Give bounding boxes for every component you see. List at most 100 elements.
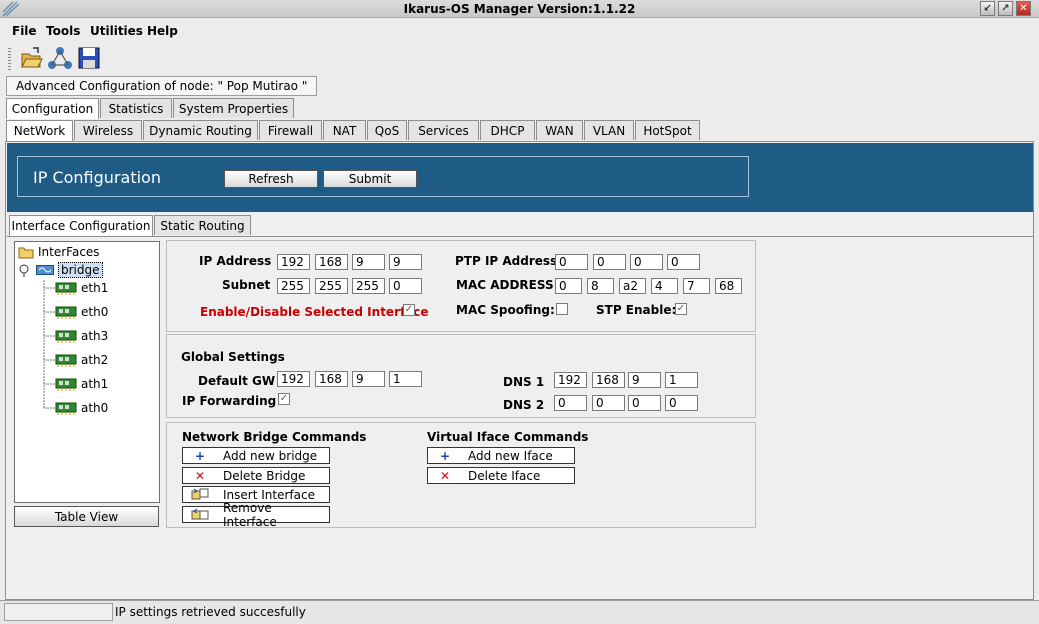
- ip-octet-2[interactable]: 168: [315, 254, 348, 270]
- maximize-button[interactable]: ↗: [998, 1, 1013, 16]
- toolbar-grip: [8, 48, 11, 70]
- tree-item-ath1[interactable]: ath1: [55, 375, 108, 393]
- save-disk-icon[interactable]: [76, 45, 102, 71]
- interface-tree[interactable]: InterFaces bridge eth1 eth0 ath3 ath2 at…: [14, 241, 160, 503]
- add-iface-button[interactable]: + Add new Iface: [427, 447, 575, 464]
- tree-item-eth0[interactable]: eth0: [55, 303, 108, 321]
- menu-file[interactable]: File: [12, 24, 37, 38]
- dns2-label: DNS 2: [503, 398, 545, 412]
- tree-expand-icon[interactable]: [18, 263, 32, 277]
- dns2-octet-4[interactable]: 0: [665, 395, 698, 411]
- bridge-commands-title: Network Bridge Commands: [182, 430, 367, 444]
- tab-dhcp[interactable]: DHCP: [480, 120, 535, 140]
- mac-byte-2[interactable]: 8: [587, 278, 614, 294]
- tab-wireless[interactable]: Wireless: [74, 120, 142, 140]
- ptp-octet-2[interactable]: 0: [593, 254, 626, 270]
- submit-button[interactable]: Submit: [323, 170, 417, 188]
- network-panel: IP Configuration Refresh Submit Interfac…: [5, 141, 1034, 600]
- gw-octet-2[interactable]: 168: [315, 371, 348, 387]
- tab-qos[interactable]: QoS: [367, 120, 407, 140]
- tree-item-ath0[interactable]: ath0: [55, 399, 108, 417]
- tab-network[interactable]: NetWork: [6, 120, 73, 141]
- mac-byte-6[interactable]: 68: [715, 278, 742, 294]
- toolbar: [0, 42, 1039, 74]
- dns1-octet-1[interactable]: 192: [554, 372, 587, 388]
- subnet-octet-1[interactable]: 255: [277, 278, 310, 294]
- tree-item-label: eth0: [81, 305, 109, 319]
- ip-forwarding-checkbox[interactable]: ✓: [278, 393, 290, 405]
- network-card-icon: [55, 306, 77, 319]
- tab-system-properties[interactable]: System Properties: [173, 98, 294, 118]
- tree-item-ath2[interactable]: ath2: [55, 351, 108, 369]
- delete-bridge-button[interactable]: ✕ Delete Bridge: [182, 467, 330, 484]
- subnet-octet-2[interactable]: 255: [315, 278, 348, 294]
- close-button[interactable]: ✕: [1016, 1, 1031, 16]
- minimize-button[interactable]: ↙: [980, 1, 995, 16]
- add-bridge-button[interactable]: + Add new bridge: [182, 447, 330, 464]
- ptp-octet-1[interactable]: 0: [555, 254, 588, 270]
- mac-byte-3[interactable]: a2: [619, 278, 646, 294]
- tab-services[interactable]: Services: [408, 120, 479, 140]
- section-tab-row: NetWork Wireless Dynamic Routing Firewal…: [6, 120, 706, 141]
- mac-byte-5[interactable]: 7: [683, 278, 710, 294]
- enable-interface-checkbox[interactable]: ✓: [403, 304, 415, 316]
- ip-octet-4[interactable]: 9: [389, 254, 422, 270]
- menu-help[interactable]: Help: [147, 24, 178, 38]
- global-settings-group: Global Settings Default GW 192 168 9 1 I…: [166, 334, 756, 418]
- dns1-octet-3[interactable]: 9: [628, 372, 661, 388]
- tab-firewall[interactable]: Firewall: [259, 120, 322, 140]
- tab-configuration[interactable]: Configuration: [6, 98, 99, 119]
- gw-octet-4[interactable]: 1: [389, 371, 422, 387]
- tab-static-routing[interactable]: Static Routing: [154, 215, 251, 235]
- mac-spoofing-label: MAC Spoofing:: [456, 303, 555, 317]
- stp-enable-checkbox[interactable]: ✓: [675, 303, 687, 315]
- subnet-octet-4[interactable]: 0: [389, 278, 422, 294]
- dns2-octet-1[interactable]: 0: [554, 395, 587, 411]
- tab-vlan[interactable]: VLAN: [584, 120, 634, 140]
- tab-dynamic-routing[interactable]: Dynamic Routing: [143, 120, 258, 140]
- tree-item-label: eth1: [81, 281, 109, 295]
- dns1-octet-2[interactable]: 168: [592, 372, 625, 388]
- open-folder-icon[interactable]: [18, 45, 44, 71]
- table-view-button[interactable]: Table View: [14, 506, 159, 527]
- refresh-button[interactable]: Refresh: [224, 170, 318, 188]
- delete-icon: ✕: [194, 468, 206, 483]
- menu-tools[interactable]: Tools: [46, 24, 80, 38]
- tree-item-eth1[interactable]: eth1: [55, 279, 108, 297]
- menu-bar: File Tools Utilities Help: [0, 20, 1039, 42]
- tree-bridge[interactable]: bridge: [18, 261, 103, 279]
- tree-root[interactable]: InterFaces: [18, 243, 100, 261]
- dns1-label: DNS 1: [503, 375, 545, 389]
- dns2-octet-3[interactable]: 0: [628, 395, 661, 411]
- dns2-octet-2[interactable]: 0: [592, 395, 625, 411]
- mac-address-label: MAC ADDRESS: [456, 278, 554, 292]
- network-topology-icon[interactable]: [47, 45, 73, 71]
- mac-byte-1[interactable]: 0: [555, 278, 582, 294]
- subnet-octet-3[interactable]: 255: [352, 278, 385, 294]
- remove-interface-button[interactable]: Remove Interface: [182, 501, 330, 529]
- remove-interface-icon: [183, 508, 217, 522]
- ptp-octet-4[interactable]: 0: [667, 254, 700, 270]
- tab-nat[interactable]: NAT: [323, 120, 366, 140]
- tree-item-ath3[interactable]: ath3: [55, 327, 108, 345]
- tab-hotspot[interactable]: HotSpot: [635, 120, 700, 140]
- delete-icon: ✕: [439, 468, 451, 483]
- gw-octet-3[interactable]: 9: [352, 371, 385, 387]
- gw-octet-1[interactable]: 192: [277, 371, 310, 387]
- status-progress-box: [4, 603, 113, 621]
- ip-octet-3[interactable]: 9: [352, 254, 385, 270]
- network-card-icon: [55, 378, 77, 391]
- ip-config-box: IP Configuration Refresh Submit: [17, 156, 749, 197]
- tab-wan[interactable]: WAN: [536, 120, 583, 140]
- ptp-octet-3[interactable]: 0: [630, 254, 663, 270]
- dns1-octet-4[interactable]: 1: [665, 372, 698, 388]
- tab-statistics[interactable]: Statistics: [100, 98, 172, 118]
- ip-octet-1[interactable]: 192: [277, 254, 310, 270]
- menu-utilities[interactable]: Utilities: [90, 24, 143, 38]
- mac-spoofing-checkbox[interactable]: [556, 303, 568, 315]
- delete-iface-button[interactable]: ✕ Delete Iface: [427, 467, 575, 484]
- bridge-icon: [36, 265, 54, 275]
- tab-interface-configuration[interactable]: Interface Configuration: [9, 215, 153, 236]
- plus-icon: +: [439, 448, 451, 463]
- mac-byte-4[interactable]: 4: [651, 278, 678, 294]
